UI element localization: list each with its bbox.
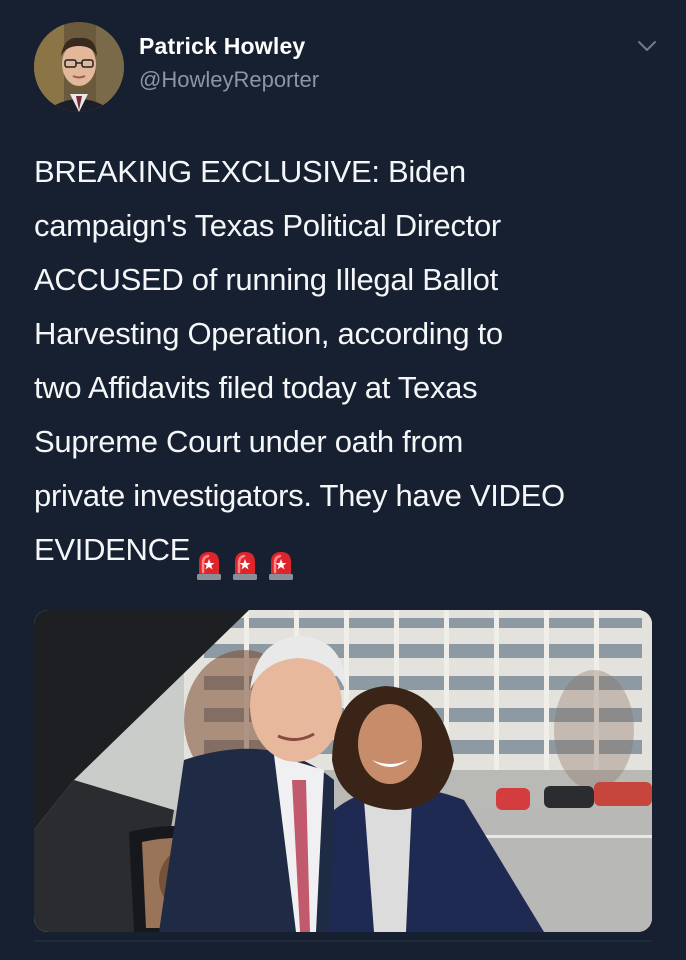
police-car-light-emoji: [232, 543, 258, 580]
tweet-photo[interactable]: [34, 610, 652, 932]
user-handle[interactable]: @HowleyReporter: [139, 65, 319, 95]
tweet-text-line: EVIDENCE: [34, 532, 191, 567]
tweet-text-line: BREAKING EXCLUSIVE: Biden: [34, 154, 466, 189]
tweet-text-line: Harvesting Operation, according to: [34, 316, 503, 351]
author-names: Patrick Howley @HowleyReporter: [139, 31, 319, 95]
tweet-header: Patrick Howley @HowleyReporter: [0, 0, 686, 120]
display-name[interactable]: Patrick Howley: [139, 31, 319, 61]
tweet-text-last-line: EVIDENCE: [34, 523, 664, 580]
tweet-text-line: ACCUSED of running Illegal Ballot: [34, 262, 498, 297]
tweet-text-line: private investigators. They have VIDEO: [34, 478, 565, 513]
police-car-light-emoji: [268, 543, 294, 580]
avatar-photo: [34, 22, 124, 112]
police-car-light-emoji: [196, 543, 222, 580]
avatar[interactable]: [34, 22, 124, 112]
divider: [34, 940, 652, 942]
tweet-text-line: two Affidavits filed today at Texas: [34, 370, 478, 405]
tweet-text-line: campaign's Texas Political Director: [34, 208, 501, 243]
tweet-text-line: Supreme Court under oath from: [34, 424, 463, 459]
emoji-group: [196, 529, 304, 583]
tweet-text: BREAKING EXCLUSIVE: Biden campaign's Tex…: [34, 145, 664, 580]
tweet-card: Patrick Howley @HowleyReporter BREAKING …: [0, 0, 686, 960]
chevron-down-icon[interactable]: [636, 38, 658, 54]
photo-illustration: [34, 610, 652, 932]
